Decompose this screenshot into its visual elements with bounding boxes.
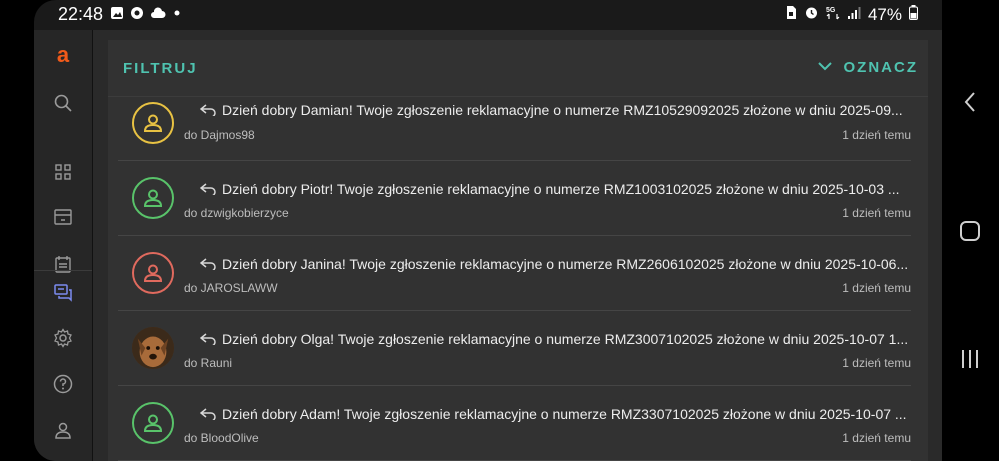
- app-window: a FILTRUJ OZNACZ Dzień dobry Damian! Two…: [34, 30, 942, 461]
- search-icon[interactable]: [50, 90, 76, 116]
- cloud-icon: [150, 6, 166, 20]
- message-recipient: do BloodOlive: [184, 431, 259, 445]
- user-icon: [143, 114, 163, 132]
- grid-icon[interactable]: [50, 159, 76, 185]
- list-item[interactable]: Dzień dobry Olga! Twoje zgłoszenie rekla…: [118, 311, 911, 386]
- message-text: Dzień dobry Janina! Twoje zgłoszenie rek…: [222, 256, 909, 272]
- reply-icon: [200, 183, 216, 195]
- message-recipient: do Dajmos98: [184, 128, 255, 142]
- calendar-icon[interactable]: [50, 251, 76, 277]
- logo-letter: a: [56, 42, 70, 67]
- avatar-photo: [132, 327, 174, 369]
- home-icon[interactable]: [956, 217, 984, 245]
- 5g-icon: 5G: [826, 5, 840, 25]
- system-nav-bar: [942, 0, 999, 461]
- list-item[interactable]: Dzień dobry Piotr! Twoje zgłoszenie rekl…: [118, 161, 911, 236]
- dog-photo: [132, 327, 174, 369]
- system-icons: 5G 47%: [785, 5, 918, 25]
- recent-apps-icon[interactable]: [956, 345, 984, 373]
- signal-icon: [847, 6, 861, 25]
- message-time: 1 dzień temu: [842, 356, 911, 370]
- app-logo[interactable]: a: [50, 42, 76, 68]
- svg-text:5G: 5G: [826, 7, 836, 14]
- dot-icon: [170, 6, 184, 20]
- reply-icon: [200, 104, 216, 116]
- message-preview: Dzień dobry Adam! Twoje zgłoszenie rekla…: [200, 406, 907, 422]
- messages-panel: FILTRUJ OZNACZ Dzień dobry Damian! Twoje…: [108, 40, 928, 461]
- battery-level: 47%: [867, 5, 902, 24]
- messages-icon[interactable]: [50, 279, 76, 305]
- user-icon: [143, 264, 163, 282]
- user-icon: [143, 414, 163, 432]
- user-icon: [143, 189, 163, 207]
- message-preview: Dzień dobry Damian! Twoje zgłoszenie rek…: [200, 102, 903, 118]
- message-preview: Dzień dobry Janina! Twoje zgłoszenie rek…: [200, 256, 908, 272]
- message-time: 1 dzień temu: [842, 431, 911, 445]
- alarm-icon: [804, 5, 819, 25]
- list-item[interactable]: Dzień dobry Damian! Twoje zgłoszenie rek…: [118, 97, 911, 161]
- battery-icon: [909, 5, 918, 25]
- list-item[interactable]: Dzień dobry Adam! Twoje zgłoszenie rekla…: [118, 386, 911, 461]
- sidebar: a: [34, 30, 93, 461]
- message-text: Dzień dobry Damian! Twoje zgłoszenie rek…: [222, 102, 903, 118]
- back-icon[interactable]: [956, 88, 984, 116]
- list-item[interactable]: Dzień dobry Janina! Twoje zgłoszenie rek…: [118, 236, 911, 311]
- mark-button[interactable]: OZNACZ: [817, 58, 919, 76]
- message-time: 1 dzień temu: [842, 206, 911, 220]
- status-bar: 22:48 5G 47%: [34, 0, 942, 30]
- message-time: 1 dzień temu: [842, 281, 911, 295]
- message-recipient: do dzwigkobierzyce: [184, 206, 289, 220]
- reply-icon: [200, 333, 216, 345]
- message-recipient: do JAROSLAWW: [184, 281, 278, 295]
- avatar: [132, 252, 174, 294]
- chrome-icon: [130, 6, 144, 20]
- message-text: Dzień dobry Adam! Twoje zgłoszenie rekla…: [222, 406, 907, 422]
- avatar: [132, 102, 174, 144]
- image-icon: [110, 6, 124, 20]
- sim-icon: [785, 5, 797, 25]
- help-icon[interactable]: [50, 371, 76, 397]
- message-time: 1 dzień temu: [842, 128, 911, 142]
- message-text: Dzień dobry Piotr! Twoje zgłoszenie rekl…: [222, 181, 900, 197]
- reply-icon: [200, 408, 216, 420]
- filter-button[interactable]: FILTRUJ: [123, 60, 198, 77]
- avatar: [132, 177, 174, 219]
- mark-label: OZNACZ: [843, 58, 918, 76]
- user-icon[interactable]: [50, 417, 76, 443]
- gear-icon[interactable]: [50, 325, 76, 351]
- message-text: Dzień dobry Olga! Twoje zgłoszenie rekla…: [222, 331, 909, 347]
- message-recipient: do Rauni: [184, 356, 233, 370]
- notification-icons: [110, 6, 184, 20]
- reply-icon: [200, 258, 216, 270]
- message-list: Dzień dobry Damian! Twoje zgłoszenie rek…: [118, 97, 911, 461]
- avatar: [132, 402, 174, 444]
- message-preview: Dzień dobry Piotr! Twoje zgłoszenie rekl…: [200, 181, 900, 197]
- store-icon[interactable]: [50, 204, 76, 230]
- message-preview: Dzień dobry Olga! Twoje zgłoszenie rekla…: [200, 331, 908, 347]
- sidebar-divider: [34, 270, 92, 271]
- panel-header: FILTRUJ OZNACZ: [108, 40, 928, 97]
- chevron-down-icon: [817, 58, 832, 76]
- status-time: 22:48: [58, 4, 104, 24]
